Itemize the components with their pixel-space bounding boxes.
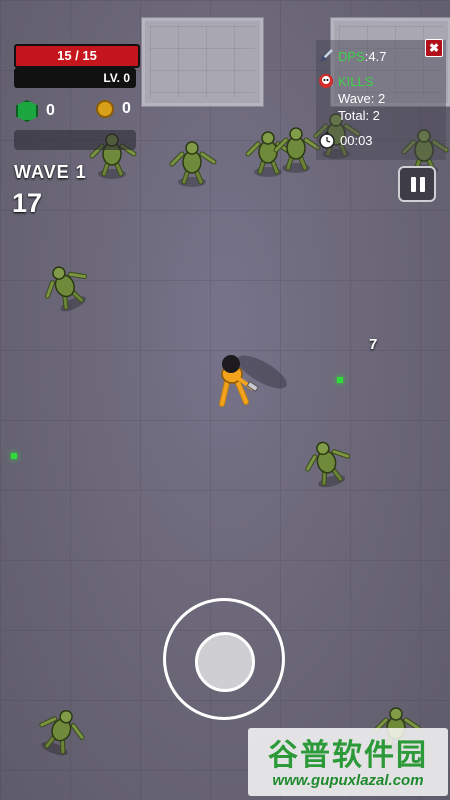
level-bar: LV. 0: [14, 68, 136, 88]
pause-icon: [411, 177, 416, 192]
coin-icon: [96, 100, 114, 118]
coin-count: 0: [122, 100, 131, 117]
kills-wave: Wave: 2: [338, 91, 386, 106]
zombie-enemy: [34, 704, 89, 761]
gem-icon: [16, 100, 38, 122]
kills-total: Total: 2: [338, 108, 380, 123]
player-character: [219, 355, 287, 407]
xp-progress-bar: [14, 130, 136, 150]
health-bar: 15 / 15: [14, 44, 140, 68]
joystick-knob[interactable]: [195, 632, 255, 692]
watermark: 谷普软件园 www.gupuxlazal.com: [248, 728, 448, 796]
xp-pickup: [337, 377, 343, 383]
kills-label: KILLS: [338, 73, 374, 89]
wave-label: WAVE 1: [14, 162, 87, 182]
enemy-count: 17: [12, 188, 43, 218]
gem-counter: 0: [16, 100, 55, 122]
pause-button[interactable]: [398, 166, 436, 202]
damage-number: 7: [369, 336, 378, 353]
dps-value: :4.7: [364, 48, 387, 64]
gem-count: 0: [46, 102, 55, 119]
sword-icon: [320, 49, 333, 62]
zombie-enemy: [276, 128, 318, 173]
pause-icon-bar: [420, 177, 425, 192]
zombie-enemy: [172, 142, 214, 187]
coin-counter: 0: [96, 100, 131, 118]
xp-pickup: [11, 453, 17, 459]
dps-label: DPS: [338, 48, 365, 64]
zombie-enemy: [302, 437, 354, 491]
zombie-enemy: [38, 258, 95, 317]
skull-icon: [319, 74, 333, 88]
stopwatch-icon: [319, 132, 335, 149]
watermark-title: 谷普软件园: [268, 739, 428, 772]
close-stats-button[interactable]: ✖: [425, 39, 443, 57]
elapsed-timer: 00:03: [340, 132, 373, 148]
watermark-url: www.gupuxlazal.com: [272, 772, 424, 789]
stats-panel: DPS:4.7 KILLS Wave: 2 Total: 2 00:03: [316, 40, 446, 160]
